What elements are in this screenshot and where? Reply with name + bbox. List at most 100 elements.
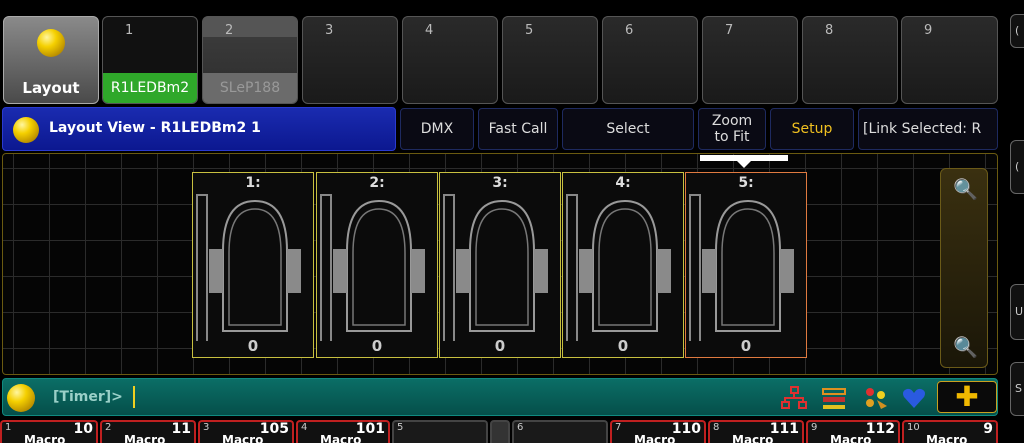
- network-icon[interactable]: [781, 386, 807, 410]
- executor-4[interactable]: 4 101 Macro: [296, 420, 390, 443]
- view-tile-number: 2: [225, 23, 234, 38]
- view-tile-2[interactable]: 2 SLeP188: [202, 16, 298, 104]
- view-tile-number: 9: [924, 23, 933, 38]
- fixture-id: 3:: [492, 175, 508, 191]
- fixture-id: 2:: [369, 175, 385, 191]
- executor-1[interactable]: 1 10 Macro: [0, 420, 98, 443]
- executor-number: 1: [5, 422, 12, 433]
- executor-value: 9: [983, 421, 993, 437]
- fixture-2[interactable]: 2: 0: [316, 172, 438, 358]
- fixture-id: 4:: [615, 175, 631, 191]
- executor-5[interactable]: 5: [392, 420, 488, 443]
- selection-arrow-icon: [736, 160, 752, 168]
- title-ball-icon: [13, 117, 39, 143]
- right-button-1[interactable]: (: [1010, 14, 1024, 48]
- executor-label: Macro: [830, 433, 872, 443]
- executor-number: 8: [713, 422, 720, 433]
- view-bar: Layout 1 R1LEDBm2 2 SLeP188 3 4 5 6 7 8 …: [0, 12, 1000, 105]
- heart-icon[interactable]: [901, 386, 927, 410]
- moving-head-icon: [566, 194, 671, 341]
- fixture-3[interactable]: 3: 0: [439, 172, 561, 358]
- fixture-5-selected[interactable]: 5: 0: [685, 172, 807, 358]
- right-button-2[interactable]: (: [1010, 140, 1024, 194]
- moving-head-icon: [443, 194, 548, 341]
- executor-label: Macro: [24, 433, 66, 443]
- executor-9[interactable]: 9 112 Macro: [806, 420, 900, 443]
- fixture-1[interactable]: 1: 0: [192, 172, 314, 358]
- fixture-id: 5:: [738, 175, 754, 191]
- view-tile-1[interactable]: 1 R1LEDBm2: [102, 16, 198, 104]
- layout-canvas[interactable]: 1: 0 2: 0 3: 0 4: 0 5: 0: [2, 153, 998, 375]
- zoom-out-icon[interactable]: 🔍: [953, 177, 978, 201]
- dmx-tester-icon[interactable]: [821, 386, 847, 410]
- layout-title-bar: Layout View - R1LEDBm2 1 DMX Fast Call S…: [0, 107, 1000, 151]
- layout-view-title-text: Layout View - R1LEDBm2 1: [49, 120, 261, 136]
- dmx-button[interactable]: DMX: [400, 108, 474, 150]
- view-tile-number: 3: [325, 23, 334, 38]
- fixture-value: 0: [740, 337, 752, 355]
- view-tile-number: 6: [625, 23, 634, 38]
- fixture-4[interactable]: 4: 0: [562, 172, 684, 358]
- view-tile-6[interactable]: 6: [602, 16, 698, 104]
- command-line[interactable]: [Timer]> ✚: [2, 378, 998, 416]
- executor-spacer: [490, 420, 510, 443]
- view-tile-number: 4: [425, 23, 434, 38]
- executor-label: Macro: [926, 433, 968, 443]
- executor-label: Macro: [732, 433, 774, 443]
- view-tile-label: SLeP188: [203, 73, 297, 103]
- select-button[interactable]: Select: [562, 108, 694, 150]
- executor-8[interactable]: 8 111 Macro: [708, 420, 804, 443]
- view-tile-number: 1: [125, 23, 134, 38]
- command-ball-icon: [7, 384, 35, 412]
- text-cursor: [133, 386, 135, 408]
- view-tile-5[interactable]: 5: [502, 16, 598, 104]
- view-tile-8[interactable]: 8: [802, 16, 898, 104]
- executor-10[interactable]: 10 9 Macro: [902, 420, 998, 443]
- view-tile-4[interactable]: 4: [402, 16, 498, 104]
- view-tile-number: 5: [525, 23, 534, 38]
- executor-label: Macro: [124, 433, 166, 443]
- executor-2[interactable]: 2 11 Macro: [100, 420, 196, 443]
- view-tile-number: 7: [725, 23, 734, 38]
- executor-number: 2: [105, 422, 112, 433]
- executor-3[interactable]: 3 105 Macro: [198, 420, 294, 443]
- executor-value: 110: [671, 421, 701, 437]
- executor-number: 3: [203, 422, 210, 433]
- view-tile-7[interactable]: 7: [702, 16, 798, 104]
- setup-button[interactable]: Setup: [770, 108, 854, 150]
- executor-number: 7: [615, 422, 622, 433]
- moving-head-icon: [196, 194, 301, 341]
- moving-head-icon: [689, 194, 794, 341]
- view-tile-label: R1LEDBm2: [103, 73, 197, 103]
- right-button-3[interactable]: U: [1010, 284, 1024, 340]
- view-tile-9[interactable]: 9: [901, 16, 998, 104]
- layout-view-button[interactable]: Layout: [3, 16, 99, 104]
- add-button[interactable]: ✚: [937, 381, 997, 413]
- executor-value: 105: [259, 421, 289, 437]
- command-prompt: [Timer]>: [53, 389, 123, 405]
- link-selected-button[interactable]: [Link Selected: R: [858, 108, 998, 150]
- fixture-value: 0: [247, 337, 259, 355]
- zoom-in-icon[interactable]: 🔍: [953, 335, 978, 359]
- layout-view-title[interactable]: Layout View - R1LEDBm2 1: [2, 107, 396, 151]
- executor-number: 4: [301, 422, 308, 433]
- zoom-to-fit-button[interactable]: Zoom to Fit: [698, 108, 766, 150]
- right-button-4[interactable]: S: [1010, 362, 1024, 416]
- executor-number: 5: [397, 422, 404, 433]
- color-palette-icon[interactable]: [863, 386, 889, 410]
- executor-7[interactable]: 7 110 Macro: [610, 420, 706, 443]
- executor-value: 111: [769, 421, 799, 437]
- view-tile-3[interactable]: 3: [302, 16, 398, 104]
- right-sidebar: ( ( U S: [1004, 0, 1024, 443]
- fixture-value: 0: [617, 337, 629, 355]
- executor-number: 6: [517, 422, 524, 433]
- executor-value: 11: [171, 421, 191, 437]
- executor-value: 10: [73, 421, 93, 437]
- fast-call-button[interactable]: Fast Call: [478, 108, 558, 150]
- executor-number: 10: [907, 422, 920, 433]
- fixture-value: 0: [494, 337, 506, 355]
- executor-label: Macro: [320, 433, 362, 443]
- zoom-panel: 🔍 🔍: [940, 168, 988, 368]
- executor-label: Macro: [222, 433, 264, 443]
- executor-6[interactable]: 6: [512, 420, 608, 443]
